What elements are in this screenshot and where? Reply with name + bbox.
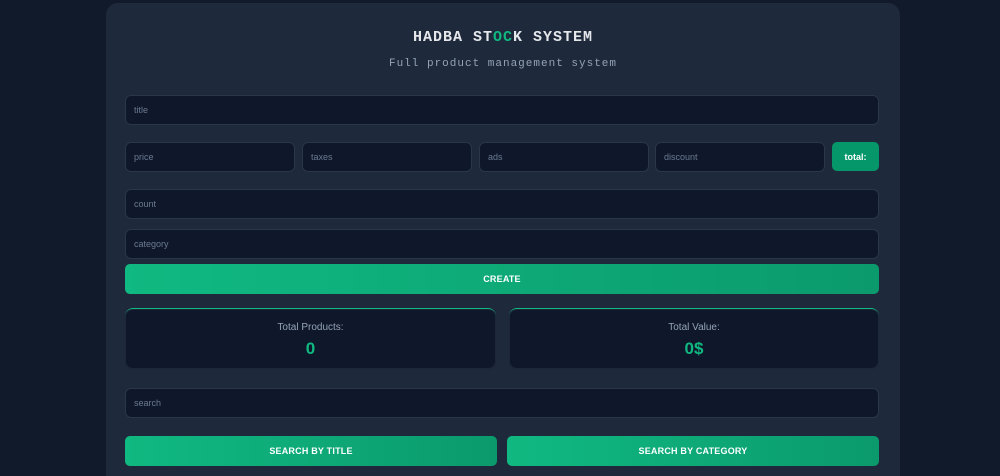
price-input[interactable] (125, 142, 295, 172)
total-products-value: 0 (305, 339, 316, 358)
total-value-card: Total Value: 0$ (509, 308, 879, 369)
total-value-label: Total Value: (668, 322, 720, 333)
app-title: HADBA STOCK SYSTEM (106, 29, 900, 46)
total-products-card: Total Products: 0 (125, 308, 496, 369)
product-form-card: HADBA STOCK SYSTEM Full product manageme… (106, 3, 900, 476)
create-button[interactable]: CREATE (125, 264, 879, 294)
total-badge: total: (832, 142, 879, 171)
ads-input[interactable] (479, 142, 649, 172)
app-title-accent: OC (492, 29, 513, 46)
total-value-value: 0$ (684, 339, 704, 358)
search-by-title-button[interactable]: SEARCH BY TITLE (125, 436, 497, 466)
discount-input[interactable] (655, 142, 825, 172)
total-products-label: Total Products: (277, 322, 344, 333)
app-title-part1: HADBA ST (412, 29, 493, 46)
category-input[interactable] (125, 229, 879, 259)
search-input[interactable] (125, 388, 879, 418)
app-title-part2: K SYSTEM (513, 29, 594, 46)
taxes-input[interactable] (302, 142, 472, 172)
search-by-category-button[interactable]: SEARCH BY CATEGORY (507, 436, 879, 466)
count-input[interactable] (125, 189, 879, 219)
title-input[interactable] (125, 95, 879, 125)
app-subtitle: Full product management system (388, 58, 618, 70)
